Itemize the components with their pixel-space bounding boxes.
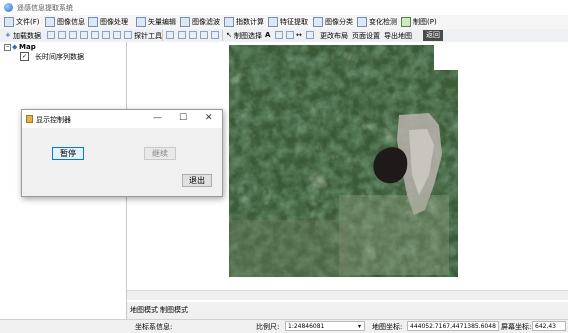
dialog-app-icon: [26, 115, 33, 123]
tab-map-mode[interactable]: 地图模式: [130, 305, 158, 315]
satellite-image[interactable]: [229, 45, 458, 277]
cursor-icon: ↖: [226, 31, 232, 39]
map-check-icon: [401, 17, 411, 27]
layer-item[interactable]: 长时间序列数据: [35, 52, 84, 62]
image-info-icon: [45, 17, 55, 27]
layer-root[interactable]: Map: [19, 43, 36, 51]
menu-file[interactable]: 文件(F): [4, 16, 40, 28]
menu-index-calc[interactable]: 指数计算: [224, 16, 264, 28]
explore-tool-button[interactable]: 探针工具: [134, 31, 162, 41]
zoom-out-icon[interactable]: [58, 31, 66, 39]
grid-icon[interactable]: [286, 31, 294, 39]
maximize-icon[interactable]: ☐: [179, 113, 187, 123]
image-processing-icon: [88, 17, 98, 27]
layout-icon-1[interactable]: [178, 31, 186, 39]
exit-button[interactable]: 退出: [182, 174, 212, 187]
display-controller-dialog: 显示控制器 — ☐ ✕ 暂停 继续 退出: [21, 109, 223, 197]
screen-coord-label: 屏幕坐标:: [501, 323, 532, 331]
title-bar: 遥感信息提取系统: [0, 0, 568, 15]
picture-icon[interactable]: [275, 31, 283, 39]
pan-icon[interactable]: [91, 31, 99, 39]
window-title: 遥感信息提取系统: [17, 4, 73, 12]
layers-icon: ◆: [12, 43, 18, 51]
calculator-icon: [224, 17, 234, 27]
arrow-lr-icon[interactable]: ↔: [296, 31, 302, 39]
refresh-icon[interactable]: [113, 31, 121, 39]
pause-button[interactable]: 暂停: [52, 147, 84, 160]
zoom-out-fixed-icon[interactable]: [80, 31, 88, 39]
screen-coord-value: 642,43: [532, 321, 566, 331]
dialog-title: 显示控制器: [36, 116, 71, 124]
menu-feature-extract[interactable]: 特征提取: [268, 16, 308, 28]
folder-icon: [4, 17, 14, 27]
menu-mapping[interactable]: 制图(P): [401, 16, 437, 28]
map-coord-value: 444052.7167,4471385.6048: [407, 321, 499, 331]
map-scrollbar[interactable]: [127, 290, 568, 300]
change-layout-button[interactable]: 更改布局: [320, 31, 348, 41]
full-extent-icon[interactable]: [102, 31, 110, 39]
scale-select[interactable]: 1:24846081: [285, 321, 365, 331]
export-map-button[interactable]: 导出地图: [384, 31, 412, 41]
dialog-title-bar: 显示控制器 — ☐ ✕: [22, 110, 222, 128]
add-icon: +: [5, 31, 11, 39]
filter-icon: [180, 17, 190, 27]
gear-icon[interactable]: [124, 31, 132, 39]
scale-label: 比例尺:: [256, 323, 280, 331]
layout-icon-2[interactable]: [189, 31, 197, 39]
menu-image-processing[interactable]: 图像处理: [88, 16, 128, 28]
tab-layout-mode[interactable]: 制图模式: [160, 305, 188, 315]
app-logo-icon: [4, 3, 13, 12]
menu-image-filter[interactable]: 图像滤波: [180, 16, 220, 28]
vector-edit-icon: [136, 17, 146, 27]
close-icon[interactable]: ✕: [205, 113, 213, 123]
chart-icon[interactable]: [166, 31, 174, 39]
north-arrow-icon[interactable]: [306, 31, 314, 39]
menu-image-classify[interactable]: 图像分类: [313, 16, 353, 28]
text-tool-icon[interactable]: A: [265, 31, 270, 39]
status-bar: 坐标系信息: 比例尺: 1:24846081 ▾ 地图坐标: 444052.71…: [0, 319, 568, 333]
menu-change-detect[interactable]: 变化检测: [357, 16, 397, 28]
satellite-image-render: [229, 45, 458, 277]
layout-icon-4[interactable]: [211, 31, 219, 39]
toolbar: + 加载数据 探针工具 ↖ 制图选择 A ↔ 更改布局 页面设置 导出地图 返回: [0, 29, 568, 43]
dark-toolbar-button[interactable]: 返回: [423, 30, 443, 41]
map-select-button[interactable]: 制图选择: [234, 31, 262, 41]
coord-system-label: 坐标系信息:: [135, 323, 173, 331]
scale-dropdown-icon[interactable]: ▾: [358, 323, 361, 330]
page-setup-button[interactable]: 页面设置: [352, 31, 380, 41]
zoom-in-fixed-icon[interactable]: [69, 31, 77, 39]
layout-icon-3[interactable]: [200, 31, 208, 39]
classify-icon: [313, 17, 323, 27]
collapse-icon[interactable]: −: [4, 44, 11, 51]
map-coord-label: 地图坐标:: [372, 323, 403, 331]
menu-vector-edit[interactable]: 矢量编辑: [136, 16, 176, 28]
zoom-in-icon[interactable]: [47, 31, 55, 39]
layer-checkbox[interactable]: ✓: [20, 52, 29, 61]
menu-bar: 文件(F) 图像信息 图像处理 矢量编辑 图像滤波 指数计算 特征提取 图像分类…: [0, 15, 568, 29]
add-data-button[interactable]: 加载数据: [13, 31, 41, 41]
feature-icon: [268, 17, 278, 27]
resume-button[interactable]: 继续: [144, 147, 176, 160]
toolbar-separator: [222, 30, 223, 41]
change-detect-icon: [357, 17, 367, 27]
minimize-icon[interactable]: —: [153, 113, 162, 123]
menu-image-info[interactable]: 图像信息: [45, 16, 85, 28]
toolbar-separator: [162, 30, 163, 41]
